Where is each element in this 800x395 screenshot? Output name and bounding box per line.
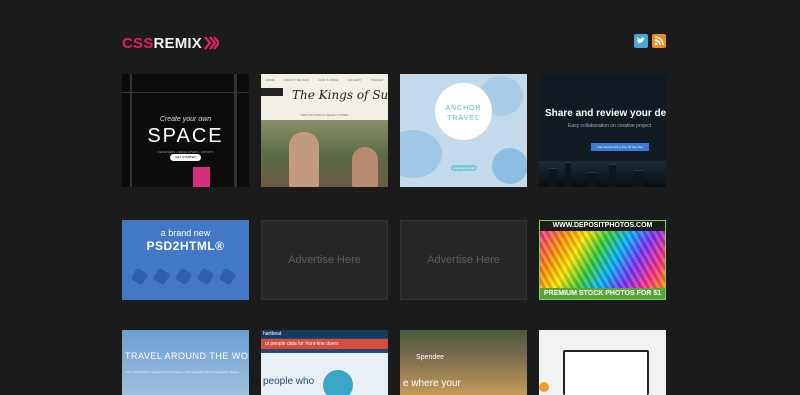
wordpress-icon [174, 267, 193, 286]
logo-css-text: CSS [122, 35, 154, 52]
showcase-tile-kings[interactable]: HOME ABOUT THE FILM CAST & CREW GALLERY TRAI… [261, 74, 388, 187]
tile-big-text: e where your [403, 378, 461, 389]
tile-title: PSD2HTML® [146, 239, 225, 253]
get-started-button: GET STARTED [170, 154, 201, 161]
advertise-label: Advertise Here [427, 254, 500, 266]
tile-title: TRAVEL AROUND THE WO [125, 351, 249, 361]
showcase-tile-space[interactable]: Create your own SPACE DESIGNERS • DEVELO… [122, 74, 249, 187]
joomla-icon [196, 267, 215, 286]
showcase-tile-spendee[interactable]: Spendee e where your [400, 330, 527, 395]
email-button: enter your email [451, 165, 477, 171]
tile-subtitle: a brand new [160, 228, 211, 238]
tile-big-text: people who [263, 376, 315, 387]
tile-tagline: PREMIUM STOCK PHOTOS FOR $1 [540, 288, 665, 299]
twitter-icon[interactable] [634, 34, 648, 48]
showcase-tile-app[interactable] [539, 330, 666, 395]
tile-tagline: NOW PLAYING IN SELECT CITIES [300, 113, 349, 117]
art-overlay [540, 231, 665, 289]
tile-url: WWW.DEPOSITPHOTOS.COM [540, 221, 665, 231]
city-skyline [539, 161, 666, 187]
double-chevron-icon [204, 36, 219, 50]
tile-subtitle: TRAVEL [447, 115, 480, 122]
showcase-tile-depositphotos[interactable]: WWW.DEPOSITPHOTOS.COM PREMIUM STOCK PHOT… [539, 220, 666, 300]
site-logo[interactable]: CSSREMIX [122, 36, 219, 52]
css3-icon [152, 267, 171, 286]
tile-subtitle: Easy collaboration on creative project [568, 123, 652, 129]
tile-subtitle: Create your own [159, 116, 212, 123]
tile-strip [261, 88, 283, 96]
tile-title: SPACE [147, 125, 224, 147]
showcase-tile-share[interactable]: Share and review your de Easy collaborat… [539, 74, 666, 187]
tile-headline: ut people data for front-line doers [261, 339, 388, 349]
photo-person [352, 147, 378, 187]
trial-button: Get started with a free 30 day trial [591, 143, 649, 151]
tile-title: ANCHOR [445, 105, 482, 112]
logo-circle: ANCHOR TRAVEL [435, 83, 492, 140]
tile-text: This is Photoshop's version of Lorem Ips… [125, 370, 240, 374]
orange-dot [539, 382, 549, 392]
tile-title: The Kings of Summer [292, 88, 388, 102]
tile-brand: Spendee [416, 354, 445, 361]
html5-icon [130, 267, 149, 286]
circle-graphic [323, 370, 353, 395]
monitor-screen [565, 352, 647, 395]
tile-nav: HOME ABOUT THE FILM CAST & CREW GALLERY TRAI… [265, 78, 384, 82]
pink-box [193, 167, 210, 187]
showcase-tile-heartbeat[interactable]: hartbeat ut people data for front-line d… [261, 330, 388, 395]
logo-remix-text: REMIX [153, 35, 202, 52]
photo-person [289, 132, 319, 187]
rss-icon[interactable] [652, 34, 666, 48]
advertise-slot[interactable]: Advertise Here [261, 220, 388, 300]
advertise-slot[interactable]: Advertise Here [400, 220, 527, 300]
showcase-tile-anchor[interactable]: ANCHOR TRAVEL enter your email [400, 74, 527, 187]
tile-brand: hartbeat [261, 330, 388, 338]
shopify-icon [218, 267, 237, 286]
showcase-tile-psd2html[interactable]: a brand new PSD2HTML® [122, 220, 249, 300]
showcase-tile-travel[interactable]: TRAVEL AROUND THE WO This is Photoshop's… [122, 330, 249, 395]
advertise-label: Advertise Here [288, 254, 361, 266]
tile-title: Share and review your de [545, 108, 666, 119]
